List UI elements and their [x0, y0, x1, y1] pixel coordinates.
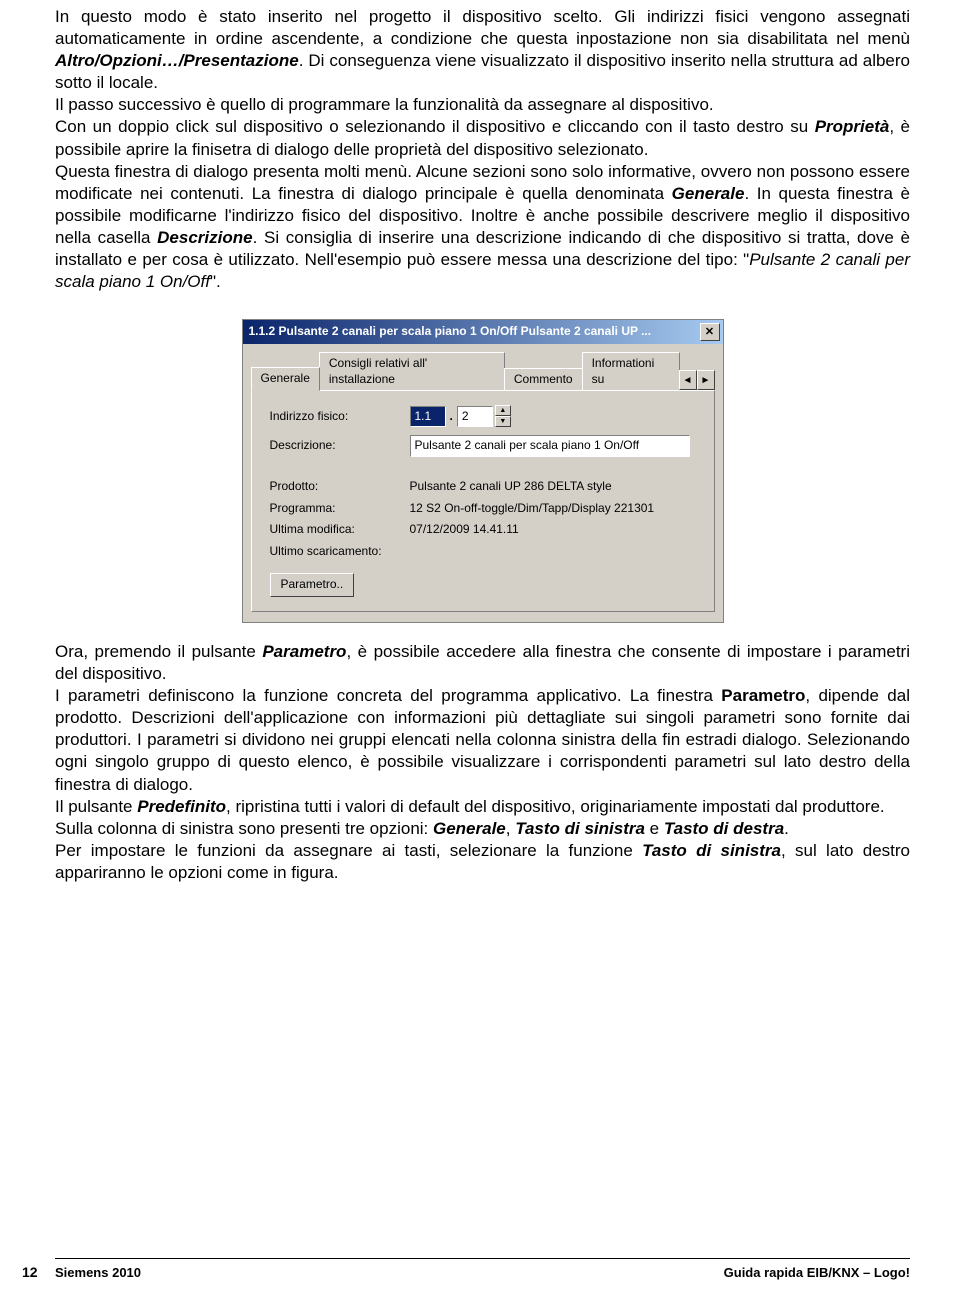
txt-bold: Generale: [433, 819, 506, 838]
txt: ".: [210, 272, 221, 291]
row-ultimo-scaricamento: Ultimo scaricamento:: [270, 544, 696, 560]
footer-right: Guida rapida EIB/KNX – Logo!: [724, 1265, 910, 1282]
txt-bold: Tasto di sinistra: [515, 819, 645, 838]
txt-bold: Descrizione: [157, 228, 252, 247]
txt: ,: [506, 819, 515, 838]
chevron-left-icon: ◄: [683, 374, 693, 387]
footer-divider: [55, 1258, 910, 1259]
properties-dialog: 1.1.2 Pulsante 2 canali per scala piano …: [242, 319, 724, 623]
para-4: Questa finestra di dialogo presenta molt…: [55, 161, 910, 294]
tab-consigli[interactable]: Consigli relativi all' installazione: [319, 352, 505, 390]
page-footer: 12 Siemens 2010 Guida rapida EIB/KNX – L…: [0, 1258, 960, 1282]
value-ultima-modifica: 07/12/2009 14.41.11: [410, 522, 519, 538]
row-prodotto: Prodotto: Pulsante 2 canali UP 286 DELTA…: [270, 479, 696, 495]
close-icon: ✕: [705, 327, 714, 338]
para-2: Il passo successivo è quello di programm…: [55, 94, 910, 116]
label-prodotto: Prodotto:: [270, 479, 410, 495]
tab-commento[interactable]: Commento: [504, 368, 583, 391]
txt: I parametri definiscono la funzione conc…: [55, 686, 721, 705]
footer-left: Siemens 2010: [55, 1265, 141, 1282]
txt: Per impostare le funzioni da assegnare a…: [55, 841, 642, 860]
chevron-right-icon: ►: [701, 374, 711, 387]
txt: Il pulsante: [55, 797, 137, 816]
dialog-container: 1.1.2 Pulsante 2 canali per scala piano …: [55, 319, 910, 623]
txt: Con un doppio click sul dispositivo o se…: [55, 117, 815, 136]
txt: , ripristina tutti i valori di default d…: [226, 797, 885, 816]
row-indirizzo: Indirizzo fisico: 1.1 . 2 ▲ ▼: [270, 405, 696, 427]
label-ultimo-scaricamento: Ultimo scaricamento:: [270, 544, 410, 560]
txt: e: [645, 819, 664, 838]
tabs-row: Generale Consigli relativi all' installa…: [243, 344, 723, 390]
txt-bold: Altro/Opzioni…/Presentazione: [55, 51, 299, 70]
tab-scroll-right[interactable]: ►: [697, 370, 715, 390]
parametro-button[interactable]: Parametro..: [270, 573, 355, 597]
close-button[interactable]: ✕: [700, 323, 720, 341]
addr-spinner[interactable]: ▲ ▼: [495, 405, 511, 427]
para-6: I parametri definiscono la funzione conc…: [55, 685, 910, 795]
addr-dot: .: [450, 409, 453, 425]
label-programma: Programma:: [270, 501, 410, 517]
row-ultima-modifica: Ultima modifica: 07/12/2009 14.41.11: [270, 522, 696, 538]
para-3: Con un doppio click sul dispositivo o se…: [55, 116, 910, 160]
txt-bold: Tasto di sinistra: [642, 841, 781, 860]
txt: In questo modo è stato inserito nel prog…: [55, 7, 910, 48]
txt: .: [784, 819, 789, 838]
value-programma: 12 S2 On-off-toggle/Dim/Tapp/Display 221…: [410, 501, 655, 517]
para-8: Sulla colonna di sinistra sono presenti …: [55, 818, 910, 840]
txt-bold: Tasto di destra: [664, 819, 784, 838]
tab-scroll: ◄ ►: [679, 370, 715, 390]
txt: Sulla colonna di sinistra sono presenti …: [55, 819, 433, 838]
row-programma: Programma: 12 S2 On-off-toggle/Dim/Tapp/…: [270, 501, 696, 517]
label-indirizzo: Indirizzo fisico:: [270, 409, 410, 425]
para-5: Ora, premendo il pulsante Parametro, è p…: [55, 641, 910, 685]
para-1: In questo modo è stato inserito nel prog…: [55, 6, 910, 94]
txt-bold: Proprietà: [815, 117, 890, 136]
tab-panel-generale: Indirizzo fisico: 1.1 . 2 ▲ ▼ Descrizion…: [251, 390, 715, 612]
value-prodotto: Pulsante 2 canali UP 286 DELTA style: [410, 479, 612, 495]
descrizione-field[interactable]: Pulsante 2 canali per scala piano 1 On/O…: [410, 435, 690, 457]
spinner-up-icon: ▲: [495, 405, 511, 416]
addr-field-1[interactable]: 1.1: [410, 406, 446, 428]
txt-bold: Generale: [672, 184, 745, 203]
window-title: 1.1.2 Pulsante 2 canali per scala piano …: [249, 324, 652, 340]
addr-field-2[interactable]: 2: [457, 406, 493, 428]
para-9: Per impostare le funzioni da assegnare a…: [55, 840, 910, 884]
label-descrizione: Descrizione:: [270, 438, 410, 454]
para-7: Il pulsante Predefinito, ripristina tutt…: [55, 796, 910, 818]
tab-generale[interactable]: Generale: [251, 367, 320, 392]
txt-bold: Predefinito: [137, 797, 226, 816]
spinner-down-icon: ▼: [495, 416, 511, 427]
page-number: 12: [22, 1263, 55, 1281]
tab-informazioni[interactable]: Informationi su: [582, 352, 680, 390]
tab-scroll-left[interactable]: ◄: [679, 370, 697, 390]
titlebar: 1.1.2 Pulsante 2 canali per scala piano …: [243, 320, 723, 344]
txt-bold: Parametro: [721, 686, 805, 705]
label-ultima-modifica: Ultima modifica:: [270, 522, 410, 538]
txt: Ora, premendo il pulsante: [55, 642, 262, 661]
row-descrizione: Descrizione: Pulsante 2 canali per scala…: [270, 435, 696, 457]
txt-bold: Parametro: [262, 642, 346, 661]
